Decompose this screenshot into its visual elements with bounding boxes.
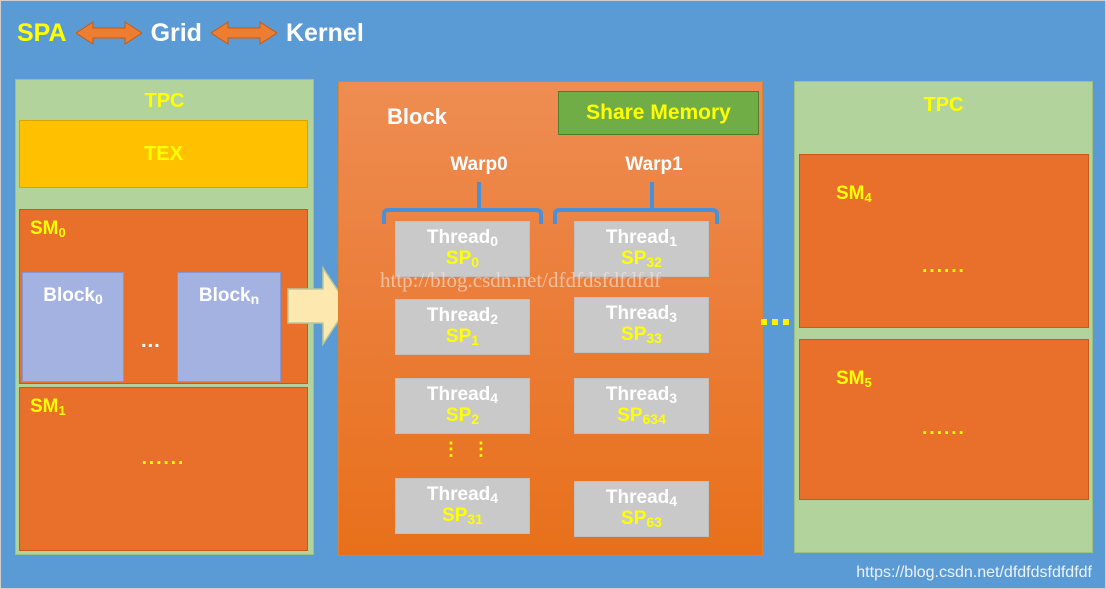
header-label-spa: SPA bbox=[17, 18, 67, 47]
center-block-title: Block bbox=[387, 104, 447, 129]
thread-item: Thread2 SP1 bbox=[395, 299, 530, 355]
thread-item: Thread4 SP2 bbox=[395, 378, 530, 434]
sm5-label: SM5 bbox=[836, 368, 872, 390]
sm4-box: SM4 ...... bbox=[799, 154, 1089, 328]
block-ellipsis: ... bbox=[141, 330, 161, 352]
thread-item: Thread4 SP31 bbox=[395, 478, 530, 534]
sm1-label: SM1 bbox=[30, 396, 66, 418]
sm5-dots: ...... bbox=[922, 418, 966, 439]
tex-box: TEX bbox=[19, 120, 308, 188]
watermark-bottom: https://blog.csdn.net/dfdfdsfdfdfdf bbox=[856, 564, 1092, 581]
header-label-kernel: Kernel bbox=[285, 18, 364, 47]
center-block-panel: Block Share Memory Warp0 Warp1 Thread0 S… bbox=[338, 81, 763, 556]
thread-item: Thread4 SP63 bbox=[574, 481, 709, 537]
header-chain: SPA Grid Kernel bbox=[17, 13, 364, 53]
sm1-box: SM1 ...... bbox=[19, 387, 308, 551]
diagram-canvas: SPA Grid Kernel TPC TEX SM0 Block0 ... B… bbox=[0, 0, 1106, 589]
blockn-label: Blockn bbox=[198, 285, 260, 307]
share-memory-label: Share Memory bbox=[586, 101, 731, 124]
header-label-grid: Grid bbox=[150, 18, 202, 47]
sm0-label: SM0 bbox=[30, 218, 66, 240]
warp0-bracket-icon bbox=[382, 182, 543, 224]
block0-label: Block0 bbox=[43, 285, 103, 307]
share-memory-box: Share Memory bbox=[558, 91, 759, 135]
vertical-dots-left: ⋮ bbox=[442, 439, 460, 459]
sm1-dots: ...... bbox=[141, 448, 186, 469]
sm4-dots: ...... bbox=[922, 256, 966, 277]
blockn-box: Blockn bbox=[177, 272, 281, 382]
warp0-label: Warp0 bbox=[450, 154, 508, 175]
warp1-bracket-icon bbox=[553, 182, 719, 224]
thread-item: Thread3 SP634 bbox=[574, 378, 709, 434]
vertical-dots-right: ⋮ bbox=[472, 439, 490, 459]
right-tpc-label: TPC bbox=[923, 94, 964, 116]
warp1-label: Warp1 bbox=[625, 154, 683, 175]
double-headed-arrow-icon bbox=[75, 21, 142, 45]
thread-item: Thread3 SP33 bbox=[574, 297, 709, 353]
left-tpc-label: TPC bbox=[144, 90, 185, 112]
watermark-center: http://blog.csdn.net/dfdfdsfdfdfdf bbox=[380, 268, 662, 292]
block0-box: Block0 bbox=[22, 272, 124, 382]
sm5-box: SM5 ...... bbox=[799, 339, 1089, 500]
tex-label: TEX bbox=[144, 142, 183, 165]
sm4-label: SM4 bbox=[836, 183, 872, 205]
double-headed-arrow-icon-2 bbox=[210, 21, 277, 45]
